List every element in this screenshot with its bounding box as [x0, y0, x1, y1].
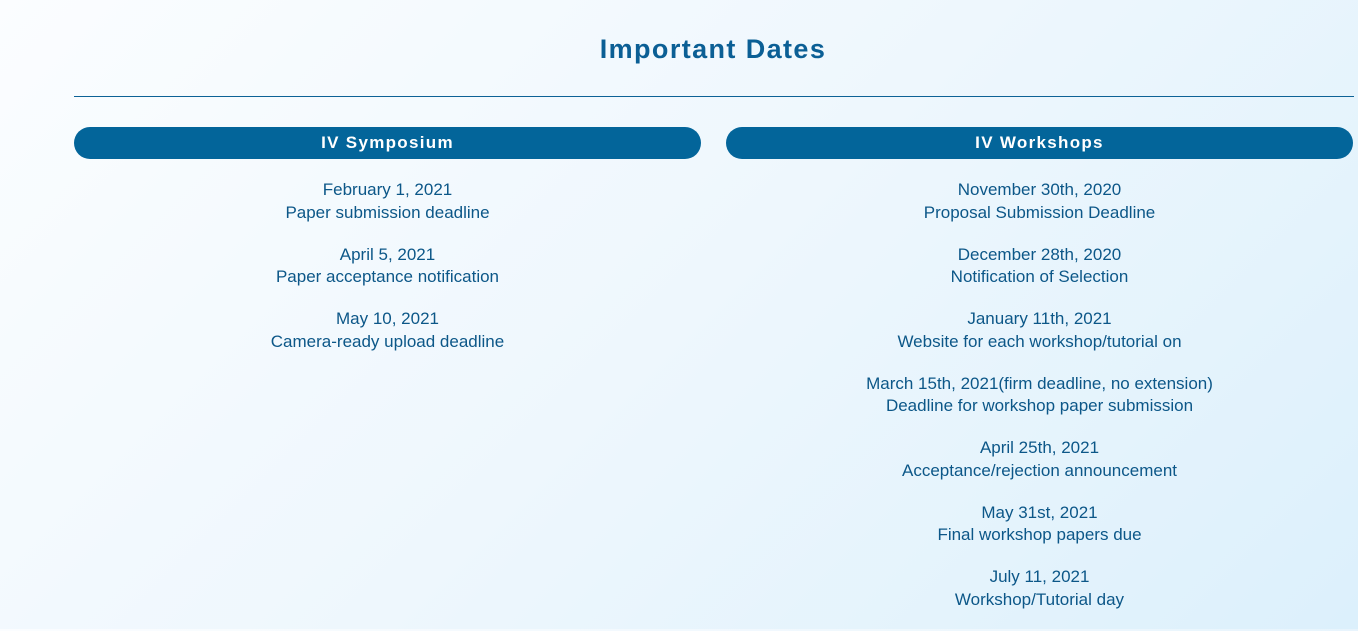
title-divider: [74, 96, 1354, 97]
symposium-date-list: February 1, 2021 Paper submission deadli…: [74, 179, 701, 353]
entry-label: Notification of Selection: [950, 267, 1129, 286]
entry-date: November 30th, 2020: [957, 180, 1122, 199]
entry-label: Website for each workshop/tutorial on: [897, 331, 1182, 351]
date-entry: January 11th, 2021 Website for each work…: [726, 308, 1353, 353]
entry-label: Paper submission deadline: [285, 202, 490, 222]
entry-date: April 25th, 2021: [979, 438, 1100, 457]
entry-date: May 31st, 2021: [981, 502, 1098, 522]
entry-date: March 15th, 2021(firm deadline, no exten…: [866, 373, 1213, 393]
date-entry: April 25th, 2021 Acceptance/rejection an…: [726, 437, 1353, 482]
entry-label: Final workshop papers due: [937, 525, 1142, 544]
page-title: Important Dates: [599, 34, 827, 64]
entry-label: Deadline for workshop paper submission: [885, 396, 1194, 415]
entry-date: February 1, 2021: [322, 180, 453, 199]
symposium-heading: IV Symposium: [74, 127, 701, 159]
entry-label: Paper acceptance notification: [275, 267, 500, 286]
workshops-column: IV Workshops November 30th, 2020 Proposa…: [726, 127, 1353, 631]
entry-label: Proposal Submission Deadline: [923, 202, 1156, 222]
entry-label: Camera-ready upload deadline: [270, 331, 505, 351]
date-entry: November 30th, 2020 Proposal Submission …: [726, 179, 1353, 224]
entry-date: May 10, 2021: [335, 309, 439, 328]
entry-label: Acceptance/rejection announcement: [901, 460, 1177, 480]
date-entry: December 28th, 2020 Notification of Sele…: [726, 244, 1353, 289]
workshops-date-list: November 30th, 2020 Proposal Submission …: [726, 179, 1353, 611]
workshops-heading: IV Workshops: [726, 127, 1353, 159]
entry-date: December 28th, 2020: [957, 244, 1122, 264]
date-entry: March 15th, 2021(firm deadline, no exten…: [726, 373, 1353, 418]
symposium-column: IV Symposium February 1, 2021 Paper subm…: [74, 127, 701, 373]
date-entry: May 31st, 2021 Final workshop papers due: [726, 502, 1353, 547]
date-entry: February 1, 2021 Paper submission deadli…: [74, 179, 701, 224]
entry-label: Workshop/Tutorial day: [954, 589, 1125, 609]
entry-date: January 11th, 2021: [967, 309, 1112, 328]
date-entry: May 10, 2021 Camera-ready upload deadlin…: [74, 308, 701, 353]
date-entry: July 11, 2021 Workshop/Tutorial day: [726, 566, 1353, 611]
date-entry: April 5, 2021 Paper acceptance notificat…: [74, 244, 701, 289]
entry-date: July 11, 2021: [989, 567, 1090, 586]
entry-date: April 5, 2021: [339, 244, 436, 264]
